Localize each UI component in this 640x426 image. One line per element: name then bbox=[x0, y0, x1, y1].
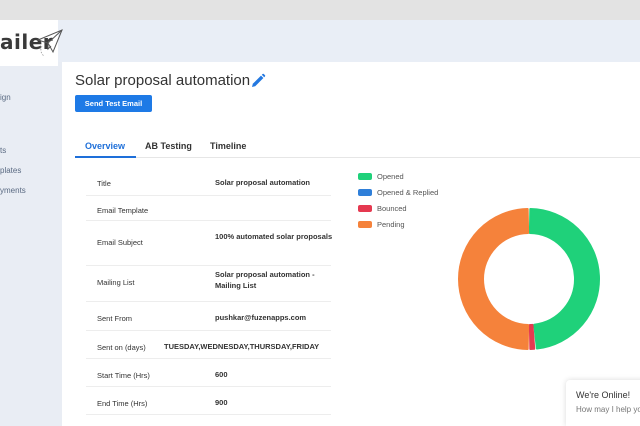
detail-label: Email Template bbox=[97, 206, 149, 215]
detail-value: TUESDAY,WEDNESDAY,THURSDAY,FRIDAY bbox=[164, 342, 320, 351]
detail-label: Sent on (days) bbox=[97, 343, 146, 352]
detail-label: End Time (Hrs) bbox=[97, 399, 148, 408]
donut-slice-opened[interactable] bbox=[528, 208, 600, 350]
legend-swatch bbox=[358, 205, 372, 212]
legend-label: Opened bbox=[377, 172, 404, 181]
table-row: End Time (Hrs) 900 bbox=[86, 387, 331, 415]
detail-label: Sent From bbox=[97, 314, 133, 323]
pencil-icon[interactable] bbox=[250, 73, 266, 89]
app-header bbox=[0, 20, 640, 62]
tab-timeline[interactable]: Timeline bbox=[210, 141, 246, 151]
tab-ab-testing[interactable]: AB Testing bbox=[145, 141, 192, 151]
detail-value: 900 bbox=[215, 398, 228, 407]
detail-label: Email Subject bbox=[97, 238, 143, 247]
sidebar-item-payments[interactable]: yments bbox=[0, 186, 26, 195]
table-row: Email Subject 100% automated solar propo… bbox=[86, 221, 333, 266]
sidebar bbox=[0, 66, 62, 426]
sidebar-item-campaign[interactable]: ign bbox=[0, 93, 11, 102]
detail-value: Solar proposal automation - Mailing List bbox=[215, 270, 315, 290]
email-status-donut-chart bbox=[458, 208, 600, 350]
detail-label: Mailing List bbox=[97, 278, 135, 287]
chat-title: We're Online! bbox=[576, 390, 631, 400]
donut-slice-bounced[interactable] bbox=[528, 323, 536, 350]
legend-swatch bbox=[358, 173, 372, 180]
sidebar-item-lists[interactable]: ts bbox=[0, 146, 6, 155]
detail-label: Start Time (Hrs) bbox=[97, 371, 150, 380]
table-row: Sent From pushkar@fuzenapps.com bbox=[86, 302, 331, 331]
table-row: Title Solar proposal automation bbox=[86, 168, 331, 196]
detail-label: Title bbox=[97, 179, 111, 188]
donut-slice-pending[interactable] bbox=[458, 208, 530, 350]
legend-label: Pending bbox=[377, 220, 405, 229]
sidebar-item-templates[interactable]: plates bbox=[0, 166, 21, 175]
table-row: Email Template bbox=[86, 196, 331, 221]
active-tab-indicator bbox=[75, 156, 136, 158]
paper-plane-icon bbox=[36, 29, 63, 57]
table-row: Sent on (days) TUESDAY,WEDNESDAY,THURSDA… bbox=[86, 331, 331, 359]
detail-value: Solar proposal automation bbox=[215, 178, 311, 187]
chat-widget[interactable]: We're Online! How may I help you bbox=[566, 380, 640, 426]
detail-value: 600 bbox=[215, 370, 228, 379]
legend-label: Bounced bbox=[377, 204, 407, 213]
browser-top-bar bbox=[0, 0, 640, 20]
tab-overview[interactable]: Overview bbox=[85, 141, 125, 151]
page-title: Solar proposal automation bbox=[75, 72, 251, 89]
table-row: Mailing List Solar proposal automation -… bbox=[86, 266, 331, 302]
legend-swatch bbox=[358, 189, 372, 196]
detail-value: 100% automated solar proposals bbox=[215, 232, 333, 241]
legend-label: Opened & Replied bbox=[377, 188, 439, 197]
send-test-email-button[interactable]: Send Test Email bbox=[75, 95, 152, 112]
legend-swatch bbox=[358, 221, 372, 228]
chat-subtitle: How may I help you bbox=[576, 405, 640, 414]
detail-value: pushkar@fuzenapps.com bbox=[215, 313, 307, 322]
table-row: Start Time (Hrs) 600 bbox=[86, 359, 331, 387]
